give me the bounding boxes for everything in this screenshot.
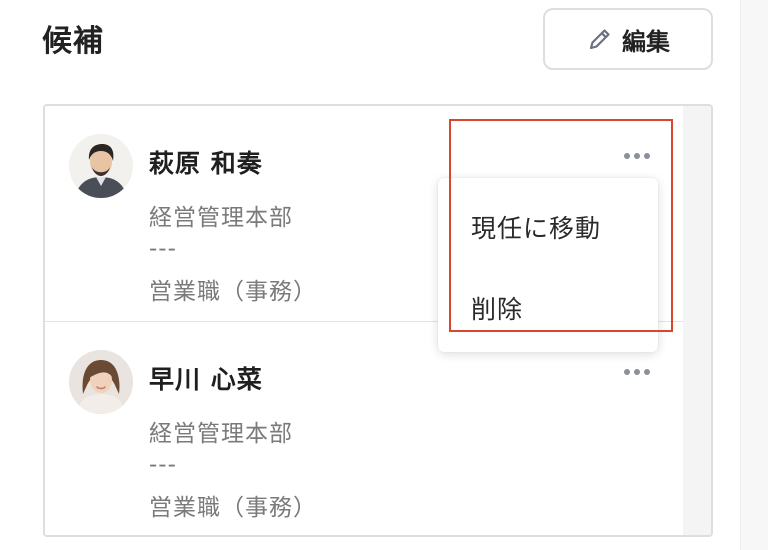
more-options-button[interactable] bbox=[617, 360, 657, 384]
more-horizontal-icon bbox=[634, 153, 640, 159]
more-options-button[interactable] bbox=[617, 144, 657, 168]
candidate-separator: --- bbox=[149, 452, 177, 478]
more-horizontal-icon bbox=[624, 369, 630, 375]
candidate-card: 早川 心菜 経営管理本部 --- 営業職（事務） bbox=[45, 322, 683, 535]
menu-item-delete[interactable]: 削除 bbox=[438, 280, 658, 336]
candidate-department: 経営管理本部 bbox=[149, 421, 293, 447]
candidate-name: 早川 心菜 bbox=[149, 365, 263, 394]
more-horizontal-icon bbox=[644, 369, 650, 375]
edit-button[interactable]: 編集 bbox=[543, 8, 713, 70]
page-edge-strip bbox=[740, 0, 768, 550]
avatar bbox=[69, 350, 133, 414]
candidate-job: 営業職（事務） bbox=[149, 495, 317, 521]
scrollbar[interactable] bbox=[680, 106, 711, 535]
more-horizontal-icon bbox=[634, 369, 640, 375]
candidate-job: 営業職（事務） bbox=[149, 279, 317, 305]
candidate-department: 経営管理本部 bbox=[149, 205, 293, 231]
edit-button-label: 編集 bbox=[622, 27, 670, 56]
menu-item-move-to-current[interactable]: 現任に移動 bbox=[438, 199, 658, 255]
section-title: 候補 bbox=[42, 24, 104, 59]
avatar bbox=[69, 134, 133, 198]
pencil-icon bbox=[589, 29, 610, 50]
candidate-name: 萩原 和奏 bbox=[149, 149, 263, 178]
more-horizontal-icon bbox=[624, 153, 630, 159]
candidate-separator: --- bbox=[149, 236, 177, 262]
options-dropdown-menu: 現任に移動 削除 bbox=[438, 178, 658, 352]
more-horizontal-icon bbox=[644, 153, 650, 159]
